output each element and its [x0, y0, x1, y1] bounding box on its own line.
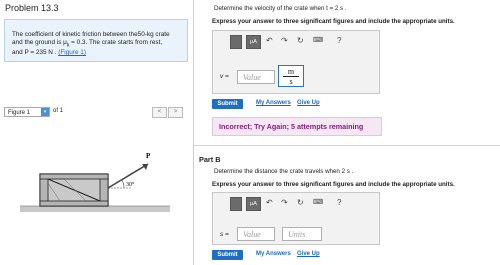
part-b-instruction: Express your answer to three significant… [212, 181, 455, 188]
part-a-feedback: Incorrect; Try Again; 5 attempts remaini… [212, 117, 382, 136]
part-b-variable-label: s = [220, 231, 229, 238]
part-b-submit-button[interactable]: Submit [212, 250, 243, 260]
section-divider [194, 145, 500, 146]
part-b-answer-box: μA ↶ ↷ ↻ ⌨ ? s = Value Units [212, 192, 380, 245]
figure-prev-button[interactable]: < [152, 107, 167, 118]
units-button[interactable]: μA [246, 197, 261, 211]
undo-icon[interactable]: ↶ [266, 36, 273, 45]
crate-figure: P 30° [20, 152, 170, 212]
answer-panel: Determine the velocity of the crate when… [194, 0, 500, 265]
problem-text-line-3: and P = 235 N . (Figure 1) [12, 49, 86, 57]
part-a-question: Determine the velocity of the crate when… [214, 5, 347, 12]
help-icon[interactable]: ? [337, 198, 341, 207]
redo-icon[interactable]: ↷ [281, 36, 288, 45]
part-b-question: Determine the distance the crate travels… [214, 168, 354, 175]
keyboard-icon[interactable]: ⌨ [313, 36, 323, 44]
ground [20, 206, 170, 212]
figure-select[interactable]: Figure 1 ▾ [4, 107, 50, 117]
figure-next-button[interactable]: > [168, 107, 183, 118]
part-a-instruction: Express your answer to three significant… [212, 18, 455, 25]
keyboard-icon[interactable]: ⌨ [313, 198, 323, 206]
units-button[interactable]: μA [246, 35, 261, 49]
part-a-variable-label: v = [220, 73, 229, 80]
problem-text-line-1: The coefficient of kinetic friction betw… [12, 31, 170, 38]
angle-label: 30° [126, 181, 135, 188]
part-a-give-up-link[interactable]: Give Up [297, 100, 320, 106]
part-a-submit-button[interactable]: Submit [212, 99, 243, 109]
templates-icon[interactable] [230, 35, 242, 49]
reset-icon[interactable]: ↻ [297, 198, 304, 207]
redo-icon[interactable]: ↷ [281, 198, 288, 207]
part-b-my-answers-link[interactable]: My Answers [256, 251, 291, 257]
help-icon[interactable]: ? [337, 36, 341, 45]
problem-statement: The coefficient of kinetic friction betw… [4, 19, 188, 62]
part-b-units-input[interactable]: Units [282, 227, 322, 241]
part-a-value-input[interactable]: Value [237, 70, 275, 84]
problem-panel: Problem 13.3 The coefficient of kinetic … [0, 0, 193, 265]
figure-link[interactable]: (Figure 1) [58, 49, 86, 56]
part-b-value-input[interactable]: Value [237, 227, 275, 241]
figure-navigation: Figure 1 ▾ of 1 < > [4, 107, 190, 118]
chevron-down-icon: ▾ [41, 108, 49, 116]
reset-icon[interactable]: ↻ [297, 36, 304, 45]
templates-icon[interactable] [230, 197, 242, 211]
figure-count: of 1 [53, 108, 64, 114]
force-label: P [146, 152, 151, 160]
part-a-units-input[interactable]: m s [278, 65, 304, 87]
part-a-my-answers-link[interactable]: My Answers [256, 100, 291, 106]
undo-icon[interactable]: ↶ [266, 198, 273, 207]
crate [39, 173, 109, 207]
part-b-give-up-link[interactable]: Give Up [297, 251, 320, 257]
problem-title: Problem 13.3 [5, 3, 59, 13]
part-b-title: Part B [199, 155, 221, 164]
part-a-answer-box: μA ↶ ↷ ↻ ⌨ ? v = Value m s [212, 30, 380, 94]
problem-text-line-2: and the ground is μk = 0.3. The crate st… [12, 39, 163, 49]
